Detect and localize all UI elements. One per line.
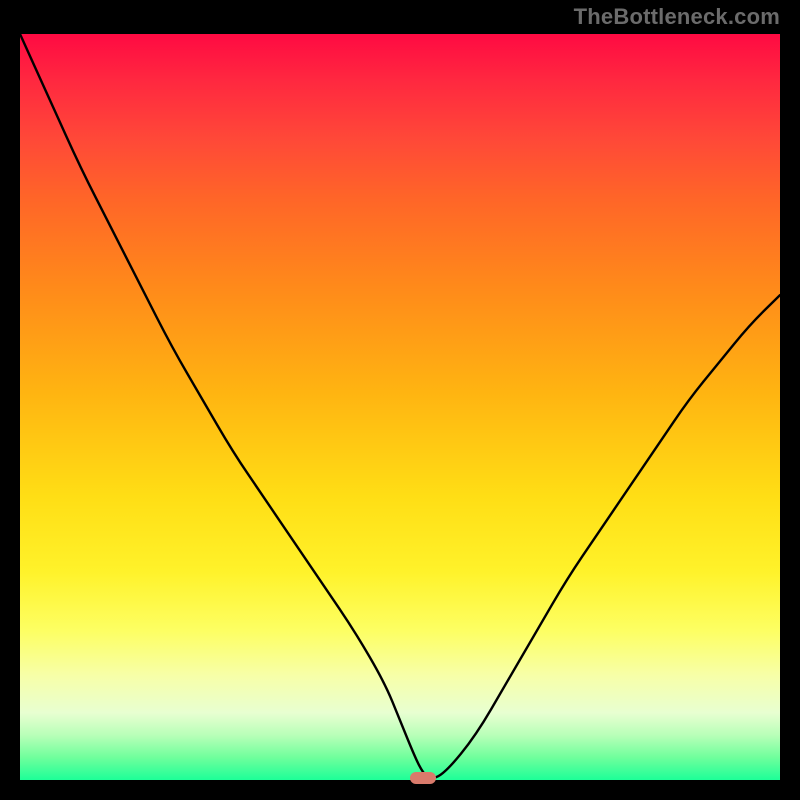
bottleneck-curve <box>20 34 780 778</box>
minimum-marker <box>410 772 436 784</box>
watermark-label: TheBottleneck.com <box>574 4 780 30</box>
curve-svg <box>20 34 780 780</box>
plot-area <box>20 34 780 780</box>
chart-frame: TheBottleneck.com <box>0 0 800 800</box>
